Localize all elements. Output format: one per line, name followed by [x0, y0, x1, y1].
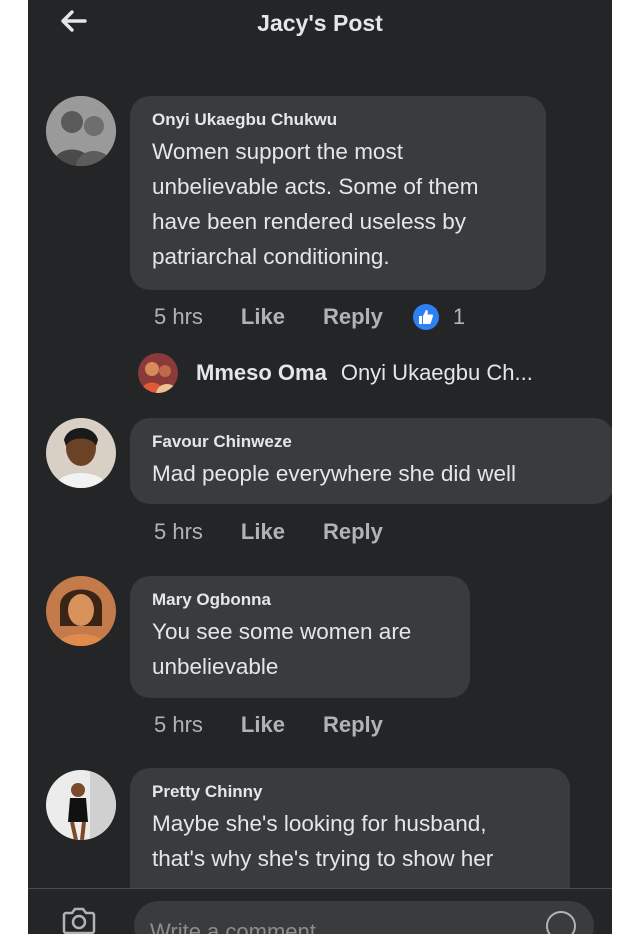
- comment-input-placeholder: Write a comment...: [150, 919, 335, 934]
- reply-button[interactable]: Reply: [323, 304, 383, 330]
- comment-author[interactable]: Onyi Ukaegbu Chukwu: [152, 110, 524, 130]
- comment-text: Maybe she's looking for husband, that's …: [152, 811, 494, 871]
- page-title: Jacy's Post: [257, 10, 383, 36]
- like-button[interactable]: Like: [241, 304, 285, 330]
- comment-actions: 5 hrs Like Reply: [154, 712, 421, 738]
- comment-bubble: Favour Chinweze Mad people everywhere sh…: [130, 418, 612, 504]
- comment-text: Mad people everywhere she did well: [152, 461, 516, 486]
- comment-bubble: Mary Ogbonna You see some women are unbe…: [130, 576, 470, 698]
- reply-preview[interactable]: Mmeso Oma Onyi Ukaegbu Ch...: [138, 353, 533, 393]
- camera-icon: [62, 907, 96, 934]
- comments-screen: Jacy's Post Onyi Ukaegbu Chukwu Women su…: [28, 0, 612, 934]
- reaction-count: 1: [452, 304, 466, 329]
- reply-author: Mmeso Oma: [196, 360, 327, 385]
- comment-author[interactable]: Pretty Chinny: [152, 782, 548, 802]
- comment-time: 5 hrs: [154, 304, 203, 329]
- comment-bubble: Pretty Chinny Maybe she's looking for hu…: [130, 768, 570, 908]
- comment-actions: 5 hrs Like Reply 1: [154, 304, 465, 330]
- comment-author[interactable]: Mary Ogbonna: [152, 590, 448, 610]
- comment-actions: 5 hrs Like Reply: [154, 519, 421, 545]
- camera-button[interactable]: [62, 905, 96, 934]
- header: Jacy's Post: [28, 0, 612, 48]
- thumbs-up-icon[interactable]: [412, 304, 439, 330]
- comment-text: Women support the most unbelievable acts…: [152, 139, 479, 269]
- avatar[interactable]: [46, 770, 116, 840]
- like-button[interactable]: Like: [241, 712, 285, 738]
- comment-input[interactable]: Write a comment...: [134, 901, 594, 934]
- avatar[interactable]: [46, 96, 116, 166]
- comment-composer: Write a comment...: [28, 888, 612, 934]
- avatar[interactable]: [46, 576, 116, 646]
- like-button[interactable]: Like: [241, 519, 285, 545]
- comment-bubble: Onyi Ukaegbu Chukwu Women support the mo…: [130, 96, 546, 290]
- comment-author[interactable]: Favour Chinweze: [152, 432, 592, 452]
- comment-time: 5 hrs: [154, 519, 203, 544]
- reply-button[interactable]: Reply: [323, 712, 383, 738]
- comment-time: 5 hrs: [154, 712, 203, 737]
- reply-avatar: [138, 353, 178, 393]
- emoji-icon[interactable]: [546, 911, 576, 934]
- comment-text: You see some women are unbelievable: [152, 619, 412, 679]
- reply-button[interactable]: Reply: [323, 519, 383, 545]
- avatar[interactable]: [46, 418, 116, 488]
- reply-snippet: Onyi Ukaegbu Ch...: [340, 360, 533, 385]
